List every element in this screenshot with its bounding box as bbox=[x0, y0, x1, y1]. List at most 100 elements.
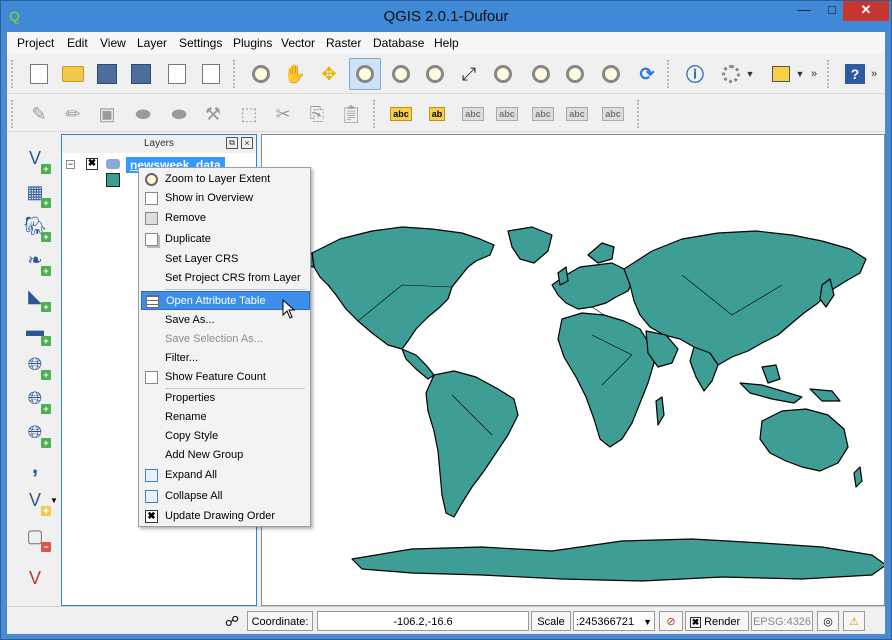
copy-features-button[interactable]: ⎘ bbox=[301, 98, 333, 130]
current-edits-button[interactable]: ✎ bbox=[23, 98, 55, 130]
scale-combo[interactable]: :245366721 ▼ bbox=[573, 611, 655, 631]
toolbar-grip[interactable] bbox=[11, 100, 15, 128]
menu-item-zoom-to-layer-extent[interactable]: Zoom to Layer Extent bbox=[141, 170, 310, 189]
menu-item-copy-style[interactable]: Copy Style bbox=[141, 427, 310, 446]
zoom-to-selection-button[interactable] bbox=[487, 58, 519, 90]
toolbar-grip[interactable] bbox=[11, 60, 15, 88]
menu-item-collapse-all[interactable]: Collapse All bbox=[141, 487, 310, 506]
run-action-dropdown[interactable]: ▼ bbox=[743, 58, 757, 90]
show-hide-labels-button[interactable]: abc bbox=[491, 98, 523, 130]
menu-item-rename[interactable]: Rename bbox=[141, 408, 310, 427]
add-feature-button[interactable]: ⬬ bbox=[127, 98, 159, 130]
menu-item-duplicate[interactable]: Duplicate bbox=[141, 230, 310, 249]
zoom-last-button[interactable] bbox=[559, 58, 591, 90]
select-dropdown[interactable]: ▼ bbox=[793, 58, 807, 90]
menu-item-remove[interactable]: Remove bbox=[141, 209, 310, 228]
label-tool-button[interactable]: abc bbox=[385, 98, 417, 130]
menu-layer[interactable]: Layer bbox=[137, 36, 167, 50]
menu-project[interactable]: Project bbox=[17, 36, 54, 50]
coordinate-field[interactable]: -106.2,-16.6 bbox=[317, 611, 529, 631]
menu-item-add-new-group[interactable]: Add New Group bbox=[141, 446, 310, 465]
refresh-button[interactable]: ⟳ bbox=[631, 58, 663, 90]
new-print-composer-button[interactable] bbox=[161, 58, 193, 90]
change-label-button[interactable]: abc bbox=[597, 98, 629, 130]
add-mssql-layer-button[interactable]: ◣ + bbox=[21, 282, 51, 312]
save-project-button[interactable] bbox=[91, 58, 123, 90]
toolbar-grip[interactable] bbox=[233, 60, 237, 88]
map-canvas[interactable] bbox=[261, 134, 885, 606]
new-shapefile-button[interactable]: V ✦ bbox=[21, 486, 51, 516]
pan-button[interactable]: ✋ bbox=[279, 58, 311, 90]
zoom-to-layer-button[interactable] bbox=[525, 58, 557, 90]
menu-item-properties[interactable]: Properties bbox=[141, 389, 310, 408]
menu-item-set-layer-crs[interactable]: Set Layer CRS bbox=[141, 250, 310, 269]
pan-to-selection-button[interactable]: ✥ bbox=[313, 58, 345, 90]
gps-tools-button[interactable]: V bbox=[21, 564, 49, 592]
close-button[interactable]: ✕ bbox=[843, 1, 889, 21]
stop-render-button[interactable]: ⊘ bbox=[659, 611, 683, 631]
move-label-button[interactable]: abc bbox=[527, 98, 559, 130]
zoom-next-button[interactable] bbox=[595, 58, 627, 90]
toolbar-overflow-button-2[interactable]: » bbox=[867, 58, 881, 90]
collapse-toggle[interactable]: − bbox=[66, 160, 75, 169]
toolbar-grip[interactable] bbox=[827, 60, 831, 88]
menu-view[interactable]: View bbox=[100, 36, 126, 50]
new-project-button[interactable] bbox=[23, 58, 55, 90]
save-edits-button[interactable]: ▣ bbox=[91, 98, 123, 130]
menu-item-expand-all[interactable]: Expand All bbox=[141, 466, 310, 485]
open-project-button[interactable] bbox=[57, 58, 89, 90]
message-log-button[interactable]: ☍ bbox=[221, 611, 243, 631]
menu-item-show-feature-count[interactable]: Show Feature Count bbox=[141, 368, 310, 387]
zoom-out-button[interactable] bbox=[385, 58, 417, 90]
menu-item-update-drawing-order[interactable]: ✖ Update Drawing Order bbox=[141, 507, 310, 526]
add-vector-layer-button[interactable]: V + bbox=[21, 144, 51, 174]
toggle-editing-button[interactable]: ✏ bbox=[57, 98, 89, 130]
menu-database[interactable]: Database bbox=[373, 36, 424, 50]
rotate-label-button[interactable]: abc bbox=[561, 98, 593, 130]
new-layer-dropdown[interactable]: ▼ bbox=[49, 486, 59, 514]
composer-manager-button[interactable] bbox=[195, 58, 227, 90]
save-as-button[interactable] bbox=[125, 58, 157, 90]
close-icon[interactable]: × bbox=[241, 137, 253, 149]
toolbar-grip[interactable] bbox=[373, 100, 377, 128]
touch-zoom-button[interactable] bbox=[245, 58, 277, 90]
toolbar-grip[interactable] bbox=[637, 100, 641, 128]
menu-settings[interactable]: Settings bbox=[179, 36, 222, 50]
add-spatialite-layer-button[interactable]: ❧ + bbox=[21, 246, 51, 276]
node-tool-button[interactable]: ⚒ bbox=[197, 98, 229, 130]
menu-item-filter[interactable]: Filter... bbox=[141, 349, 310, 368]
add-delimited-text-button[interactable]: , bbox=[21, 452, 49, 480]
delete-selected-button[interactable]: ⬚ bbox=[233, 98, 265, 130]
maximize-button[interactable]: □ bbox=[818, 1, 846, 21]
undock-icon[interactable]: ⧉ bbox=[226, 137, 238, 149]
paste-features-button[interactable]: 📋︎ bbox=[335, 98, 367, 130]
warning-button[interactable]: ⚠ bbox=[843, 611, 865, 631]
add-wfs-layer-button[interactable]: 🌐︎ + bbox=[21, 418, 51, 448]
zoom-full-button[interactable]: ⤢ bbox=[453, 58, 485, 90]
identify-button[interactable]: ⓘ bbox=[679, 58, 711, 90]
cut-features-button[interactable]: ✂ bbox=[267, 98, 299, 130]
layer-labeling-button[interactable]: ab bbox=[421, 98, 453, 130]
minimize-button[interactable]: — bbox=[790, 1, 818, 21]
menu-vector[interactable]: Vector bbox=[281, 36, 315, 50]
render-checkbox[interactable]: ✖ bbox=[690, 616, 701, 628]
zoom-actual-size-button[interactable] bbox=[419, 58, 451, 90]
zoom-in-button[interactable] bbox=[349, 58, 381, 90]
crs-globe-button[interactable]: ◎ bbox=[817, 611, 839, 631]
render-toggle[interactable]: ✖ Render bbox=[685, 611, 749, 631]
pin-labels-button[interactable]: abc bbox=[457, 98, 489, 130]
remove-layer-button[interactable]: ▢ − bbox=[21, 522, 51, 552]
toolbar-overflow-button[interactable]: » bbox=[807, 58, 821, 90]
menu-item-set-project-crs[interactable]: Set Project CRS from Layer bbox=[141, 269, 310, 288]
move-feature-button[interactable]: ⬬ bbox=[163, 98, 195, 130]
menu-edit[interactable]: Edit bbox=[67, 36, 88, 50]
coordinate-label[interactable]: Coordinate: bbox=[247, 611, 313, 631]
crs-status-button[interactable]: EPSG:4326 bbox=[751, 611, 813, 631]
menu-help[interactable]: Help bbox=[434, 36, 459, 50]
menu-raster[interactable]: Raster bbox=[326, 36, 361, 50]
add-postgis-layer-button[interactable]: 🐘︎ + bbox=[21, 212, 51, 242]
add-wms-layer-button[interactable]: 🌐︎ + bbox=[21, 350, 51, 380]
add-wcs-layer-button[interactable]: 🌐︎ + bbox=[21, 384, 51, 414]
add-raster-layer-button[interactable]: ▦ + bbox=[21, 178, 51, 208]
layer-symbol-swatch[interactable] bbox=[106, 173, 120, 187]
